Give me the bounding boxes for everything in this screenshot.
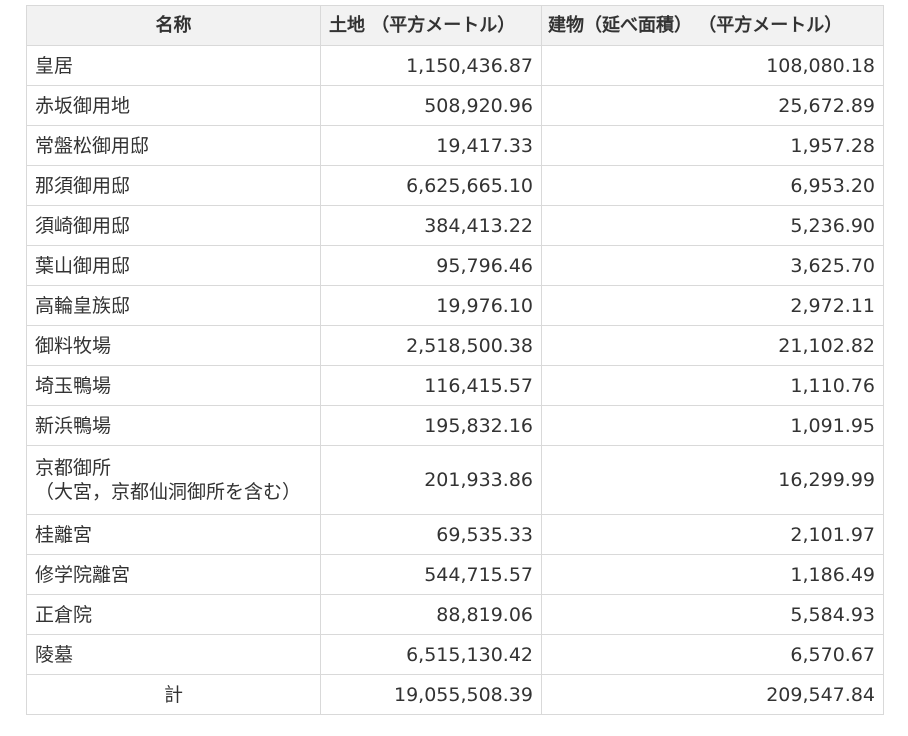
total-row: 計 19,055,508.39 209,547.84 — [26, 674, 884, 715]
cell-building: 5,584.93 — [541, 594, 884, 635]
table-row: 修学院離宮 544,715.57 1,186.49 — [26, 554, 884, 595]
table-row: 京都御所 （大宮，京都仙洞御所を含む） 201,933.86 16,299.99 — [26, 445, 884, 515]
cell-land: 201,933.86 — [320, 445, 542, 515]
cell-building: 108,080.18 — [541, 45, 884, 86]
column-header-building: 建物（延べ面積） （平方メートル） — [541, 5, 884, 46]
cell-land: 69,535.33 — [320, 514, 542, 555]
cell-land: 116,415.57 — [320, 365, 542, 406]
cell-building: 6,570.67 — [541, 634, 884, 675]
cell-building: 6,953.20 — [541, 165, 884, 206]
cell-building: 2,972.11 — [541, 285, 884, 326]
total-building: 209,547.84 — [541, 674, 884, 715]
cell-land: 19,417.33 — [320, 125, 542, 166]
cell-name: 赤坂御用地 — [26, 85, 321, 126]
column-header-land: 土地 （平方メートル） — [320, 5, 542, 46]
cell-land: 2,518,500.38 — [320, 325, 542, 366]
cell-name: 正倉院 — [26, 594, 321, 635]
table-row: 埼玉鴨場 116,415.57 1,110.76 — [26, 365, 884, 406]
table-row: 葉山御用邸 95,796.46 3,625.70 — [26, 245, 884, 286]
table-row: 赤坂御用地 508,920.96 25,672.89 — [26, 85, 884, 126]
table-row: 正倉院 88,819.06 5,584.93 — [26, 594, 884, 635]
table-row: 陵墓 6,515,130.42 6,570.67 — [26, 634, 884, 675]
table-row: 高輪皇族邸 19,976.10 2,972.11 — [26, 285, 884, 326]
cell-land: 88,819.06 — [320, 594, 542, 635]
table-row: 那須御用邸 6,625,665.10 6,953.20 — [26, 165, 884, 206]
column-header-name: 名称 — [26, 5, 321, 46]
cell-land: 384,413.22 — [320, 205, 542, 246]
cell-name: 御料牧場 — [26, 325, 321, 366]
header-row: 名称 土地 （平方メートル） 建物（延べ面積） （平方メートル） — [26, 5, 884, 46]
cell-land: 508,920.96 — [320, 85, 542, 126]
cell-name: 埼玉鴨場 — [26, 365, 321, 406]
table-row: 常盤松御用邸 19,417.33 1,957.28 — [26, 125, 884, 166]
cell-name: 新浜鴨場 — [26, 405, 321, 446]
cell-name: 陵墓 — [26, 634, 321, 675]
cell-name: 須崎御用邸 — [26, 205, 321, 246]
cell-name-note: （大宮，京都仙洞御所を含む） — [35, 481, 302, 503]
table-body: 皇居 1,150,436.87 108,080.18 赤坂御用地 508,920… — [26, 45, 884, 715]
table-row: 皇居 1,150,436.87 108,080.18 — [26, 45, 884, 86]
cell-name: 葉山御用邸 — [26, 245, 321, 286]
cell-land: 6,625,665.10 — [320, 165, 542, 206]
cell-building: 16,299.99 — [541, 445, 884, 515]
table-header: 名称 土地 （平方メートル） 建物（延べ面積） （平方メートル） — [26, 5, 884, 46]
cell-land: 95,796.46 — [320, 245, 542, 286]
cell-building: 3,625.70 — [541, 245, 884, 286]
cell-land: 6,515,130.42 — [320, 634, 542, 675]
table-row: 須崎御用邸 384,413.22 5,236.90 — [26, 205, 884, 246]
cell-building: 2,101.97 — [541, 514, 884, 555]
cell-name: 京都御所 （大宮，京都仙洞御所を含む） — [26, 445, 321, 515]
cell-name: 高輪皇族邸 — [26, 285, 321, 326]
cell-building: 1,186.49 — [541, 554, 884, 595]
cell-land: 544,715.57 — [320, 554, 542, 595]
cell-building: 1,110.76 — [541, 365, 884, 406]
cell-name: 桂離宮 — [26, 514, 321, 555]
total-land: 19,055,508.39 — [320, 674, 542, 715]
cell-name-main: 京都御所 — [35, 457, 112, 479]
cell-building: 1,957.28 — [541, 125, 884, 166]
cell-land: 1,150,436.87 — [320, 45, 542, 86]
cell-name: 修学院離宮 — [26, 554, 321, 595]
table-row: 新浜鴨場 195,832.16 1,091.95 — [26, 405, 884, 446]
table-row: 御料牧場 2,518,500.38 21,102.82 — [26, 325, 884, 366]
cell-building: 5,236.90 — [541, 205, 884, 246]
cell-building: 21,102.82 — [541, 325, 884, 366]
cell-building: 1,091.95 — [541, 405, 884, 446]
cell-name: 皇居 — [26, 45, 321, 86]
table-row: 桂離宮 69,535.33 2,101.97 — [26, 514, 884, 555]
cell-building: 25,672.89 — [541, 85, 884, 126]
cell-name: 常盤松御用邸 — [26, 125, 321, 166]
cell-land: 195,832.16 — [320, 405, 542, 446]
cell-land: 19,976.10 — [320, 285, 542, 326]
total-label: 計 — [26, 674, 321, 715]
cell-name: 那須御用邸 — [26, 165, 321, 206]
imperial-property-table: 名称 土地 （平方メートル） 建物（延べ面積） （平方メートル） 皇居 1,15… — [26, 5, 884, 715]
